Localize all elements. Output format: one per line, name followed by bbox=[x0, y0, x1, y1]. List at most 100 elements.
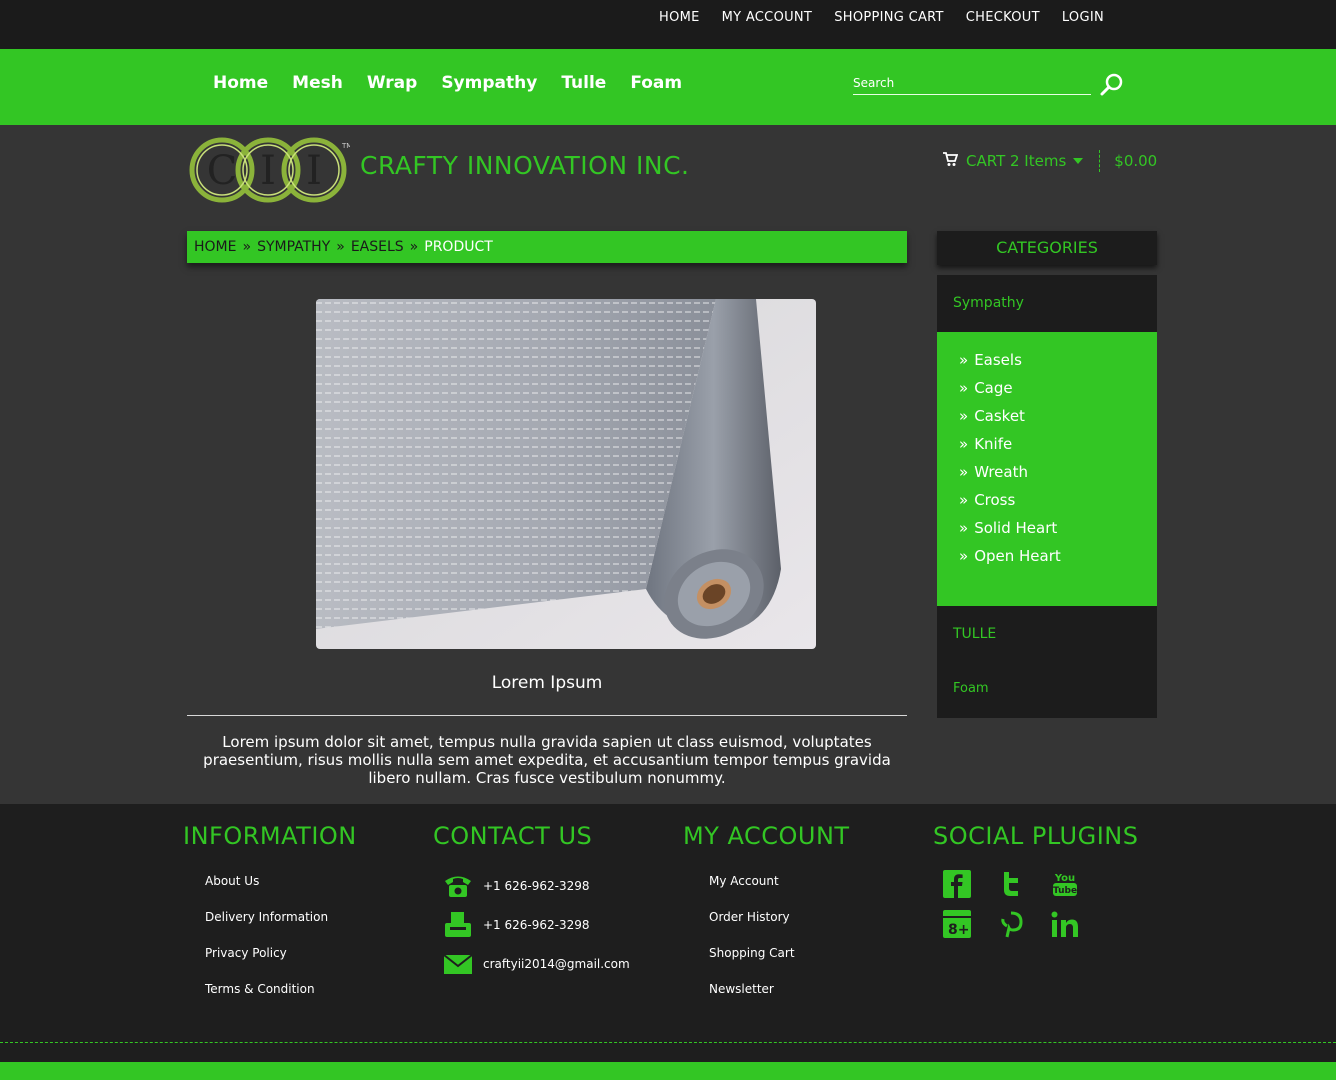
footer-link-delivery-information[interactable]: Delivery Information bbox=[205, 910, 357, 946]
breadcrumb-easels[interactable]: EASELS bbox=[351, 239, 404, 255]
svg-text:Tube: Tube bbox=[1053, 886, 1077, 896]
top-link-shopping-cart[interactable]: SHOPPING CART bbox=[834, 10, 944, 25]
cart-summary[interactable]: CART 2 Items $0.00 bbox=[942, 150, 1157, 172]
contact-phone: +1 626-962-3298 bbox=[433, 866, 630, 905]
product-description: Lorem ipsum dolor sit amet, tempus nulla… bbox=[203, 733, 891, 787]
nav-foam[interactable]: Foam bbox=[630, 73, 682, 93]
chevron-down-icon bbox=[1073, 158, 1084, 164]
linkedin-icon[interactable] bbox=[1051, 910, 1079, 938]
main-nav-bar: Home Mesh Wrap Sympathy Tulle Foam bbox=[0, 49, 1336, 125]
footer-link-shopping-cart[interactable]: Shopping Cart bbox=[709, 946, 850, 982]
footer-social: SOCIAL PLUGINS You Tube 8+ bbox=[933, 822, 1138, 938]
chevron-right-icon: » bbox=[959, 379, 969, 397]
subcategory-easels[interactable]: » Easels bbox=[959, 348, 1157, 376]
top-link-home[interactable]: HOME bbox=[659, 10, 700, 25]
svg-text:I: I bbox=[260, 148, 276, 194]
footer-link-my-account[interactable]: My Account bbox=[709, 874, 850, 910]
fax-icon bbox=[443, 911, 473, 939]
subcategory-open-heart[interactable]: » Open Heart bbox=[959, 544, 1157, 572]
product-image[interactable] bbox=[316, 299, 816, 649]
footer-link-about-us[interactable]: About Us bbox=[205, 874, 357, 910]
contact-email: craftyii2014@gmail.com bbox=[433, 944, 630, 983]
cart-label: CART 2 Items bbox=[966, 152, 1067, 170]
product-title: Lorem Ipsum bbox=[491, 673, 603, 693]
categories-panel: Sympathy » Easels » Cage » Casket » Knife » W… bbox=[937, 275, 1157, 718]
contact-email-address[interactable]: craftyii2014@gmail.com bbox=[483, 957, 630, 971]
search-box bbox=[853, 71, 1091, 95]
breadcrumb-home[interactable]: HOME bbox=[194, 239, 236, 255]
bottom-bar bbox=[0, 1062, 1336, 1080]
pinterest-icon[interactable] bbox=[997, 910, 1025, 938]
subcategory-solid-heart[interactable]: » Solid Heart bbox=[959, 516, 1157, 544]
footer-account: MY ACCOUNT My Account Order History Shop… bbox=[683, 822, 850, 1018]
breadcrumb-separator: » bbox=[336, 239, 345, 255]
youtube-icon[interactable]: You Tube bbox=[1051, 870, 1079, 898]
twitter-icon[interactable] bbox=[997, 870, 1025, 898]
envelope-icon bbox=[443, 950, 473, 978]
contact-fax-number: +1 626-962-3298 bbox=[483, 917, 590, 932]
subcategory-casket[interactable]: » Casket bbox=[959, 404, 1157, 432]
footer-link-order-history[interactable]: Order History bbox=[709, 910, 850, 946]
product-divider bbox=[187, 715, 907, 716]
footer-link-terms[interactable]: Terms & Condition bbox=[205, 982, 357, 1018]
cart-divider bbox=[1099, 150, 1101, 172]
svg-text:TM: TM bbox=[341, 142, 350, 150]
nav-sympathy[interactable]: Sympathy bbox=[441, 73, 537, 93]
brand-name[interactable]: CRAFTY INNOVATION INC. bbox=[360, 151, 689, 180]
chevron-right-icon: » bbox=[959, 519, 969, 537]
breadcrumb-sympathy[interactable]: SYMPATHY bbox=[257, 239, 330, 255]
chevron-right-icon: » bbox=[959, 463, 969, 481]
chevron-right-icon: » bbox=[959, 435, 969, 453]
nav-wrap[interactable]: Wrap bbox=[367, 73, 417, 93]
top-link-login[interactable]: LOGIN bbox=[1062, 10, 1104, 25]
footer-account-heading: MY ACCOUNT bbox=[683, 822, 850, 850]
nav-tulle[interactable]: Tulle bbox=[561, 73, 606, 93]
svg-text:C: C bbox=[207, 148, 238, 194]
nav-mesh[interactable]: Mesh bbox=[292, 73, 343, 93]
top-link-my-account[interactable]: MY ACCOUNT bbox=[722, 10, 813, 25]
nav-home[interactable]: Home bbox=[213, 73, 268, 93]
logo[interactable]: C I I TM bbox=[186, 136, 352, 204]
chevron-right-icon: » bbox=[959, 351, 969, 369]
chevron-right-icon: » bbox=[959, 491, 969, 509]
facebook-icon[interactable] bbox=[943, 870, 971, 898]
top-links: HOME MY ACCOUNT SHOPPING CART CHECKOUT L… bbox=[659, 10, 1104, 25]
subcategory-list: » Easels » Cage » Casket » Knife » Wreath » Cr… bbox=[937, 332, 1157, 606]
google-plus-icon[interactable]: 8+ bbox=[943, 910, 971, 938]
subcategory-knife[interactable]: » Knife bbox=[959, 432, 1157, 460]
svg-text:You: You bbox=[1054, 873, 1075, 884]
chevron-right-icon: » bbox=[959, 407, 969, 425]
footer-information: INFORMATION About Us Delivery Informatio… bbox=[183, 822, 357, 1018]
footer-link-newsletter[interactable]: Newsletter bbox=[709, 982, 850, 1018]
search-icon[interactable] bbox=[1100, 73, 1124, 97]
footer-social-heading: SOCIAL PLUGINS bbox=[933, 822, 1139, 850]
breadcrumb-current: PRODUCT bbox=[424, 239, 493, 255]
top-link-checkout[interactable]: CHECKOUT bbox=[966, 10, 1040, 25]
top-bar: HOME MY ACCOUNT SHOPPING CART CHECKOUT L… bbox=[0, 0, 1336, 49]
category-sympathy[interactable]: Sympathy bbox=[953, 295, 1024, 311]
footer: INFORMATION About Us Delivery Informatio… bbox=[0, 804, 1336, 1080]
social-icons: You Tube 8+ bbox=[943, 870, 1138, 938]
svg-text:I: I bbox=[306, 148, 322, 194]
search-input[interactable] bbox=[853, 71, 1091, 94]
footer-information-heading: INFORMATION bbox=[183, 822, 357, 850]
subcategory-wreath[interactable]: » Wreath bbox=[959, 460, 1157, 488]
footer-dashed-divider bbox=[0, 1042, 1336, 1043]
category-tulle[interactable]: TULLE bbox=[953, 626, 996, 642]
cart-total: $0.00 bbox=[1114, 152, 1158, 170]
footer-contact-heading: CONTACT US bbox=[433, 822, 593, 850]
contact-phone-number: +1 626-962-3298 bbox=[483, 878, 590, 893]
cart-icon bbox=[942, 151, 959, 171]
svg-text:8+: 8+ bbox=[948, 922, 969, 938]
breadcrumb-separator: » bbox=[409, 239, 419, 255]
subcategory-cross[interactable]: » Cross bbox=[959, 488, 1157, 516]
footer-link-privacy-policy[interactable]: Privacy Policy bbox=[205, 946, 357, 982]
subcategory-cage[interactable]: » Cage bbox=[959, 376, 1157, 404]
phone-icon bbox=[443, 872, 473, 900]
categories-heading: CATEGORIES bbox=[937, 231, 1157, 265]
category-foam[interactable]: Foam bbox=[953, 681, 989, 696]
main-nav: Home Mesh Wrap Sympathy Tulle Foam bbox=[213, 73, 682, 93]
breadcrumb: HOME » SYMPATHY » EASELS » PRODUCT bbox=[187, 231, 907, 263]
footer-contact: CONTACT US +1 626-962-3298 +1 626-962-32… bbox=[433, 822, 630, 983]
contact-fax: +1 626-962-3298 bbox=[433, 905, 630, 944]
